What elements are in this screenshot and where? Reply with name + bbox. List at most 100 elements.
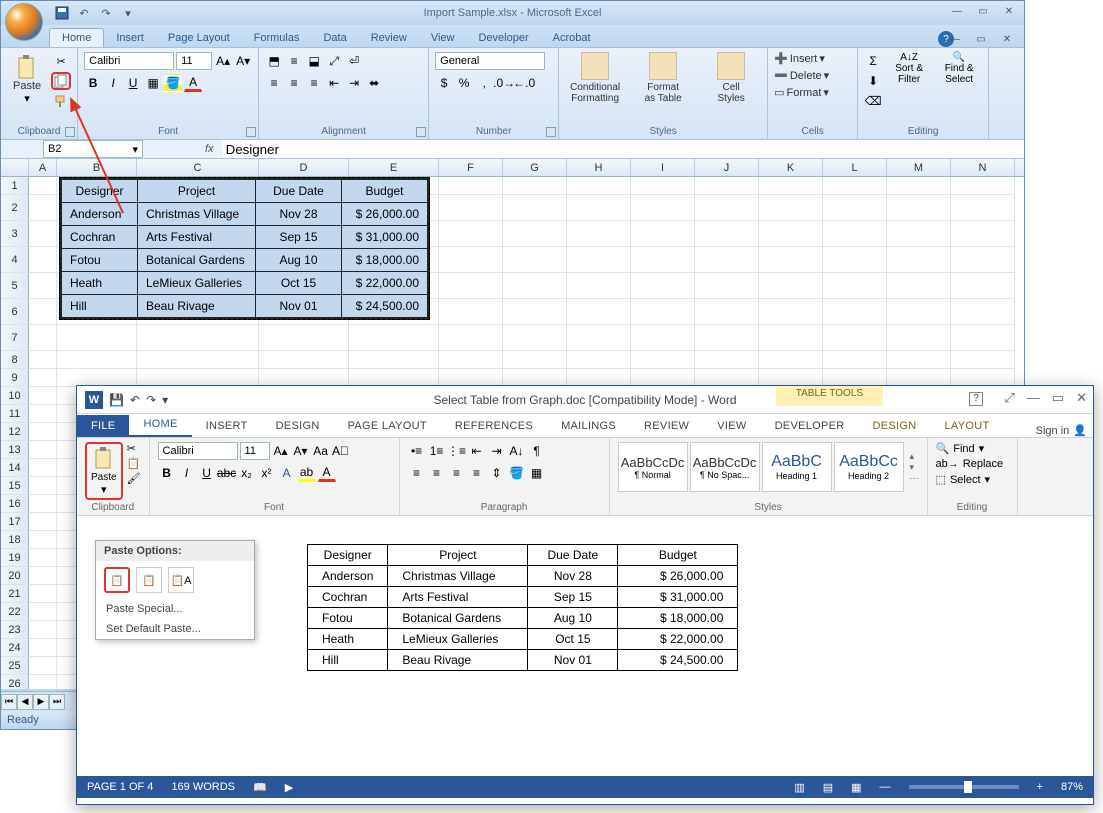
qat-more-icon[interactable]: ▾ — [119, 4, 137, 22]
cell[interactable] — [29, 531, 57, 549]
tab-references[interactable]: REFERENCES — [441, 415, 547, 437]
cell[interactable] — [823, 221, 887, 247]
cell[interactable] — [503, 351, 567, 369]
shrink-font-icon[interactable]: A▾ — [234, 52, 252, 70]
italic-icon[interactable]: I — [104, 74, 122, 92]
cell[interactable] — [439, 221, 503, 247]
insert-cells-button[interactable]: ➕Insert ▾ — [774, 52, 825, 65]
row-header-24[interactable]: 24 — [1, 639, 29, 657]
cell[interactable] — [29, 639, 57, 657]
row-header-15[interactable]: 15 — [1, 477, 29, 495]
cell[interactable] — [29, 387, 57, 405]
cell[interactable] — [29, 441, 57, 459]
cell[interactable] — [29, 351, 57, 369]
office-button[interactable] — [5, 3, 43, 41]
increase-indent-icon[interactable]: ⇥ — [488, 442, 506, 460]
row-header-26[interactable]: 26 — [1, 675, 29, 689]
tab-review[interactable]: Review — [359, 29, 419, 47]
cell[interactable] — [695, 273, 759, 299]
cell[interactable] — [631, 247, 695, 273]
format-painter-icon[interactable] — [51, 92, 71, 110]
cell[interactable] — [631, 177, 695, 195]
read-mode-icon[interactable]: ▤ — [823, 781, 833, 794]
tab-developer[interactable]: Developer — [466, 29, 540, 47]
find-select-button[interactable]: 🔍Find & Select — [936, 52, 982, 85]
web-layout-icon[interactable]: ▦ — [851, 781, 861, 794]
cell[interactable] — [567, 325, 631, 351]
table-cell[interactable]: Heath — [308, 629, 388, 650]
col-header-J[interactable]: J — [695, 159, 759, 176]
cell[interactable] — [439, 177, 503, 195]
ribbon-collapse-icon[interactable]: ⤢ — [1004, 390, 1014, 406]
cell[interactable] — [29, 459, 57, 477]
spell-check-icon[interactable]: 📖 — [253, 781, 267, 794]
row-header-4[interactable]: 4 — [1, 247, 29, 273]
redo-icon[interactable]: ↷ — [146, 393, 156, 407]
col-header-E[interactable]: E — [349, 159, 439, 176]
cell[interactable] — [887, 273, 951, 299]
row-header-5[interactable]: 5 — [1, 273, 29, 299]
cell[interactable] — [887, 247, 951, 273]
select-button[interactable]: ⬚Select ▾ — [936, 473, 1009, 486]
justify-icon[interactable]: ≡ — [468, 464, 486, 482]
cell[interactable] — [695, 221, 759, 247]
set-default-paste-item[interactable]: Set Default Paste... — [96, 619, 254, 639]
table-cell[interactable]: Aug 10 — [528, 608, 618, 629]
cell[interactable] — [503, 299, 567, 325]
col-header-H[interactable]: H — [567, 159, 631, 176]
sheet-next-icon[interactable]: ▶ — [33, 694, 49, 710]
cell[interactable] — [567, 247, 631, 273]
format-as-table-button[interactable]: Format as Table — [633, 52, 693, 104]
table-cell[interactable]: Arts Festival — [388, 587, 528, 608]
cell[interactable] — [29, 621, 57, 639]
highlight-icon[interactable]: ab — [298, 464, 316, 482]
row-header-14[interactable]: 14 — [1, 459, 29, 477]
restore-icon[interactable]: ▭ — [972, 3, 994, 19]
cell[interactable] — [567, 299, 631, 325]
sheet-prev-icon[interactable]: ◀ — [17, 694, 33, 710]
sheet-first-icon[interactable]: ⏮ — [1, 694, 17, 710]
increase-decimal-icon[interactable]: .0→ — [495, 74, 513, 92]
cell[interactable] — [29, 477, 57, 495]
undo-icon[interactable]: ↶ — [130, 393, 140, 407]
cell[interactable] — [951, 299, 1015, 325]
minimize-icon[interactable]: — — [946, 3, 968, 19]
row-header-1[interactable]: 1 — [1, 177, 29, 195]
table-cell[interactable]: Fotou — [308, 608, 388, 629]
row-header-7[interactable]: 7 — [1, 325, 29, 351]
row-header-3[interactable]: 3 — [1, 221, 29, 247]
cell[interactable] — [439, 195, 503, 221]
numbering-icon[interactable]: 1≡ — [428, 442, 446, 460]
doc-restore-icon[interactable]: ▭ — [970, 31, 992, 47]
cell[interactable] — [349, 351, 439, 369]
paste-text-only-icon[interactable]: 📋A — [168, 567, 194, 593]
table-cell[interactable]: Anderson — [308, 566, 388, 587]
cell[interactable] — [759, 299, 823, 325]
style-item[interactable]: AaBbCcHeading 2 — [834, 442, 904, 492]
font-size-input[interactable] — [240, 442, 270, 460]
decrease-indent-icon[interactable]: ⇤ — [468, 442, 486, 460]
cell[interactable] — [631, 299, 695, 325]
tab-mailings[interactable]: MAILINGS — [547, 415, 630, 437]
paste-button[interactable]: Paste ▾ — [85, 442, 123, 500]
cell[interactable] — [57, 325, 137, 351]
cell[interactable] — [29, 675, 57, 689]
row-header-12[interactable]: 12 — [1, 423, 29, 441]
col-header-C[interactable]: C — [137, 159, 259, 176]
col-header-G[interactable]: G — [503, 159, 567, 176]
underline-icon[interactable]: U — [198, 464, 216, 482]
cell[interactable] — [439, 325, 503, 351]
cell[interactable] — [759, 351, 823, 369]
print-layout-icon[interactable]: ▥ — [794, 781, 804, 794]
align-right-icon[interactable]: ≡ — [448, 464, 466, 482]
replace-button[interactable]: ab→Replace — [936, 458, 1009, 470]
styles-up-icon[interactable]: ▴ — [910, 451, 919, 462]
cell[interactable] — [29, 177, 57, 195]
cut-icon[interactable]: ✂ — [51, 52, 71, 70]
autosum-icon[interactable]: Σ — [864, 52, 882, 70]
tab-insert[interactable]: Insert — [104, 29, 156, 47]
col-header-D[interactable]: D — [259, 159, 349, 176]
table-cell[interactable]: Nov 28 — [528, 566, 618, 587]
cell[interactable] — [29, 405, 57, 423]
number-format-select[interactable] — [435, 52, 545, 70]
